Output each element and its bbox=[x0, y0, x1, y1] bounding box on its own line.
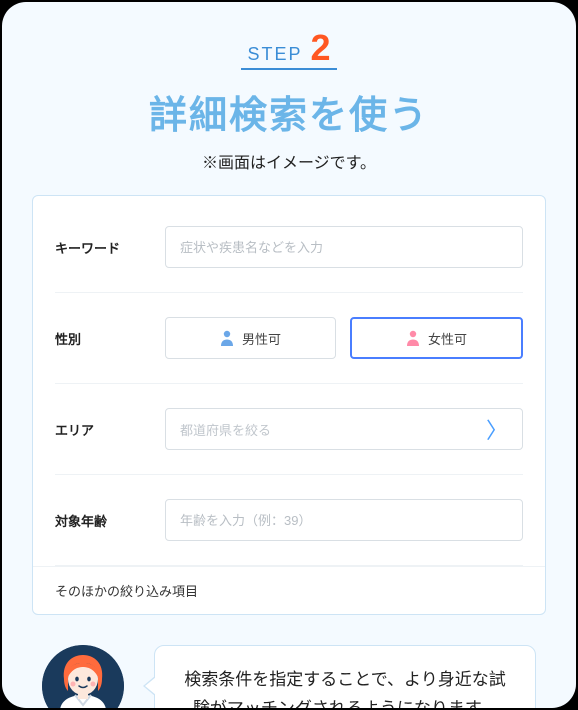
avatar bbox=[42, 645, 124, 708]
gender-option-male[interactable]: 男性可 bbox=[165, 317, 336, 359]
row-keyword: キーワード bbox=[55, 216, 523, 293]
speech-section: 検索条件を指定することで、より身近な試験がマッチングされるようになります。 bbox=[32, 645, 546, 708]
step-card: STEP 2 詳細検索を使う ※画面はイメージです。 キーワード 性別 男性可 bbox=[2, 2, 576, 708]
gender-option-female-label: 女性可 bbox=[428, 329, 467, 348]
other-filters-link[interactable]: そのほかの絞り込み項目 bbox=[33, 566, 545, 614]
label-area: エリア bbox=[55, 420, 165, 439]
row-area: エリア 都道府県を絞る 〉 bbox=[55, 384, 523, 475]
label-keyword: キーワード bbox=[55, 238, 165, 257]
label-age: 対象年齢 bbox=[55, 511, 165, 530]
gender-option-female[interactable]: 女性可 bbox=[350, 317, 523, 359]
step-badge: STEP 2 bbox=[241, 30, 336, 70]
speech-bubble: 検索条件を指定することで、より身近な試験がマッチングされるようになります。 bbox=[154, 645, 536, 708]
label-gender: 性別 bbox=[55, 329, 165, 348]
keyword-input[interactable] bbox=[165, 226, 523, 268]
step-header: STEP 2 bbox=[32, 30, 546, 70]
row-gender: 性別 男性可 女性可 bbox=[55, 293, 523, 384]
chevron-right-icon: 〉 bbox=[486, 413, 508, 445]
speech-text: 検索条件を指定することで、より身近な試験がマッチングされるようになります。 bbox=[184, 670, 505, 708]
search-form: キーワード 性別 男性可 bbox=[32, 195, 546, 615]
person-icon bbox=[406, 330, 420, 346]
area-placeholder: 都道府県を絞る bbox=[180, 420, 271, 439]
step-number: 2 bbox=[310, 30, 330, 66]
gender-option-male-label: 男性可 bbox=[242, 329, 281, 348]
page-title: 詳細検索を使う bbox=[32, 84, 546, 139]
area-select[interactable]: 都道府県を絞る 〉 bbox=[165, 408, 523, 450]
step-text: STEP bbox=[247, 44, 302, 65]
person-icon bbox=[220, 330, 234, 346]
row-age: 対象年齢 bbox=[55, 475, 523, 566]
page-subtitle: ※画面はイメージです。 bbox=[32, 149, 546, 173]
age-input[interactable] bbox=[165, 499, 523, 541]
